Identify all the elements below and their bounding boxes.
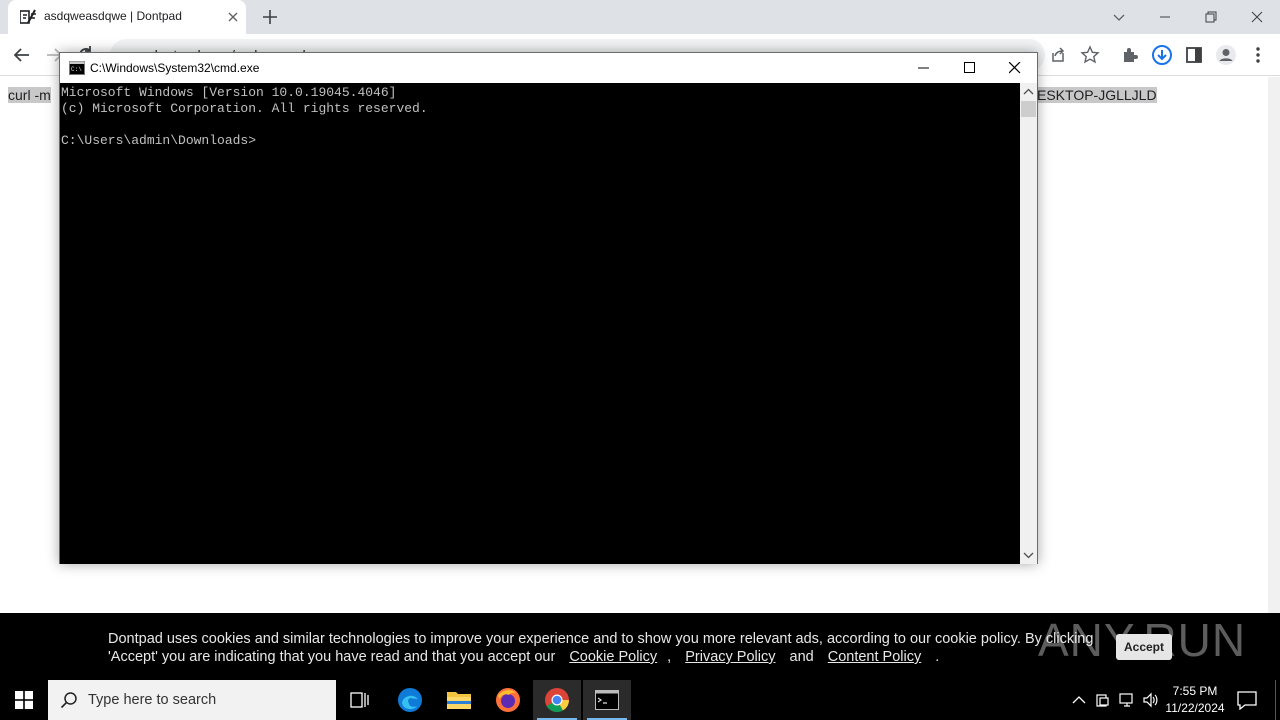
windows-taskbar: Type here to search 7:55 PM 11/22/2024 <box>0 680 1280 720</box>
cmd-window[interactable]: C:\ C:\Windows\System32\cmd.exe Microsof… <box>59 52 1038 564</box>
taskbar-edge[interactable] <box>386 680 434 720</box>
accept-cookies-button[interactable]: Accept <box>1116 634 1172 660</box>
show-hidden-icons-chevron-icon[interactable] <box>1070 691 1088 709</box>
folder-icon <box>447 692 471 709</box>
cookie-end-period: . <box>935 649 940 665</box>
windows-logo-icon <box>15 691 33 709</box>
cmd-app-icon: C:\ <box>69 61 85 75</box>
browser-restore-icon[interactable] <box>1201 7 1221 27</box>
page-scrollbar[interactable] <box>1268 77 1280 613</box>
pad-text-right[interactable]: ESKTOP-JGLLJLD <box>1037 87 1157 103</box>
clock-date: 11/22/2024 <box>1165 701 1225 715</box>
new-tab-icon[interactable] <box>261 8 279 26</box>
chrome-icon <box>545 688 569 713</box>
task-view-button[interactable] <box>336 680 384 720</box>
taskbar-file-explorer[interactable] <box>435 680 483 720</box>
browser-close-icon[interactable] <box>1247 7 1267 27</box>
taskbar-firefox[interactable] <box>484 680 532 720</box>
cmd-minimize-button[interactable] <box>901 53 947 83</box>
svg-text:C:\: C:\ <box>71 66 82 73</box>
scroll-up-arrow-icon[interactable] <box>1020 83 1037 100</box>
network-icon[interactable] <box>1118 691 1136 709</box>
bookmark-star-icon[interactable] <box>1079 44 1101 66</box>
firefox-icon <box>496 688 520 712</box>
privacy-policy-link[interactable]: Privacy Policy <box>685 649 775 665</box>
taskbar-chrome[interactable] <box>533 680 581 720</box>
browser-tab[interactable]: asdqweasdqwe | Dontpad <box>8 0 246 34</box>
content-policy-link[interactable]: Content Policy <box>828 649 922 665</box>
cmd-console[interactable]: Microsoft Windows [Version 10.0.19045.40… <box>60 83 1020 564</box>
console-line-copyright: (c) Microsoft Corporation. All rights re… <box>61 101 428 116</box>
cmd-scrollbar[interactable] <box>1020 83 1037 564</box>
cmd-scroll-thumb[interactable] <box>1021 101 1036 117</box>
taskbar-clock[interactable]: 7:55 PM 11/22/2024 <box>1158 683 1232 717</box>
dontpad-favicon-icon <box>20 9 36 24</box>
cookie-consent-bar: ANY.RUN Dontpad uses cookies and similar… <box>0 613 1280 680</box>
profile-avatar-icon[interactable] <box>1215 44 1237 66</box>
clock-time: 7:55 PM <box>1172 684 1218 698</box>
pad-text-left[interactable]: curl -m <box>8 87 51 103</box>
cookie-sep-and: and <box>789 649 814 665</box>
cookie-sep-comma: , <box>667 649 672 665</box>
cmd-taskbar-icon <box>595 690 619 710</box>
cmd-title: C:\Windows\System32\cmd.exe <box>90 61 260 75</box>
search-placeholder: Type here to search <box>88 692 217 708</box>
tray-device-icon[interactable] <box>1094 691 1112 709</box>
taskbar-search-box[interactable]: Type here to search <box>48 680 336 720</box>
browser-minimize-icon[interactable] <box>1155 7 1175 27</box>
edge-icon <box>398 688 422 712</box>
minimize-icon <box>918 67 929 69</box>
browser-menu-icon[interactable] <box>1247 44 1269 66</box>
maximize-icon <box>964 62 975 73</box>
console-prompt[interactable]: C:\Users\admin\Downloads> <box>61 133 256 149</box>
cmd-close-button[interactable] <box>992 53 1038 83</box>
taskbar-cmd[interactable] <box>583 680 631 720</box>
tab-title: asdqweasdqwe | Dontpad <box>44 9 182 23</box>
cookie-policy-link[interactable]: Cookie Policy <box>569 649 657 665</box>
search-icon <box>60 692 77 709</box>
tab-close-icon[interactable] <box>225 9 241 25</box>
back-arrow-icon[interactable] <box>11 44 33 66</box>
start-button[interactable] <box>0 680 48 720</box>
share-icon[interactable] <box>1047 44 1069 66</box>
cookie-message: Dontpad uses cookies and similar technol… <box>108 630 1108 666</box>
cmd-maximize-button[interactable] <box>947 53 993 83</box>
close-icon <box>1009 62 1021 74</box>
cmd-titlebar[interactable]: C:\ C:\Windows\System32\cmd.exe <box>60 53 1037 83</box>
tab-search-chevron-icon[interactable] <box>1109 7 1129 27</box>
download-icon[interactable] <box>1151 44 1173 66</box>
scroll-down-arrow-icon[interactable] <box>1020 547 1037 564</box>
side-panel-icon[interactable] <box>1183 44 1205 66</box>
show-desktop-button[interactable] <box>1275 680 1276 720</box>
console-line-version: Microsoft Windows [Version 10.0.19045.40… <box>61 85 397 100</box>
browser-tab-bar: asdqweasdqwe | Dontpad <box>0 0 1280 34</box>
task-view-icon <box>350 692 369 708</box>
extensions-puzzle-icon[interactable] <box>1119 44 1141 66</box>
notification-center-icon[interactable] <box>1236 690 1258 710</box>
